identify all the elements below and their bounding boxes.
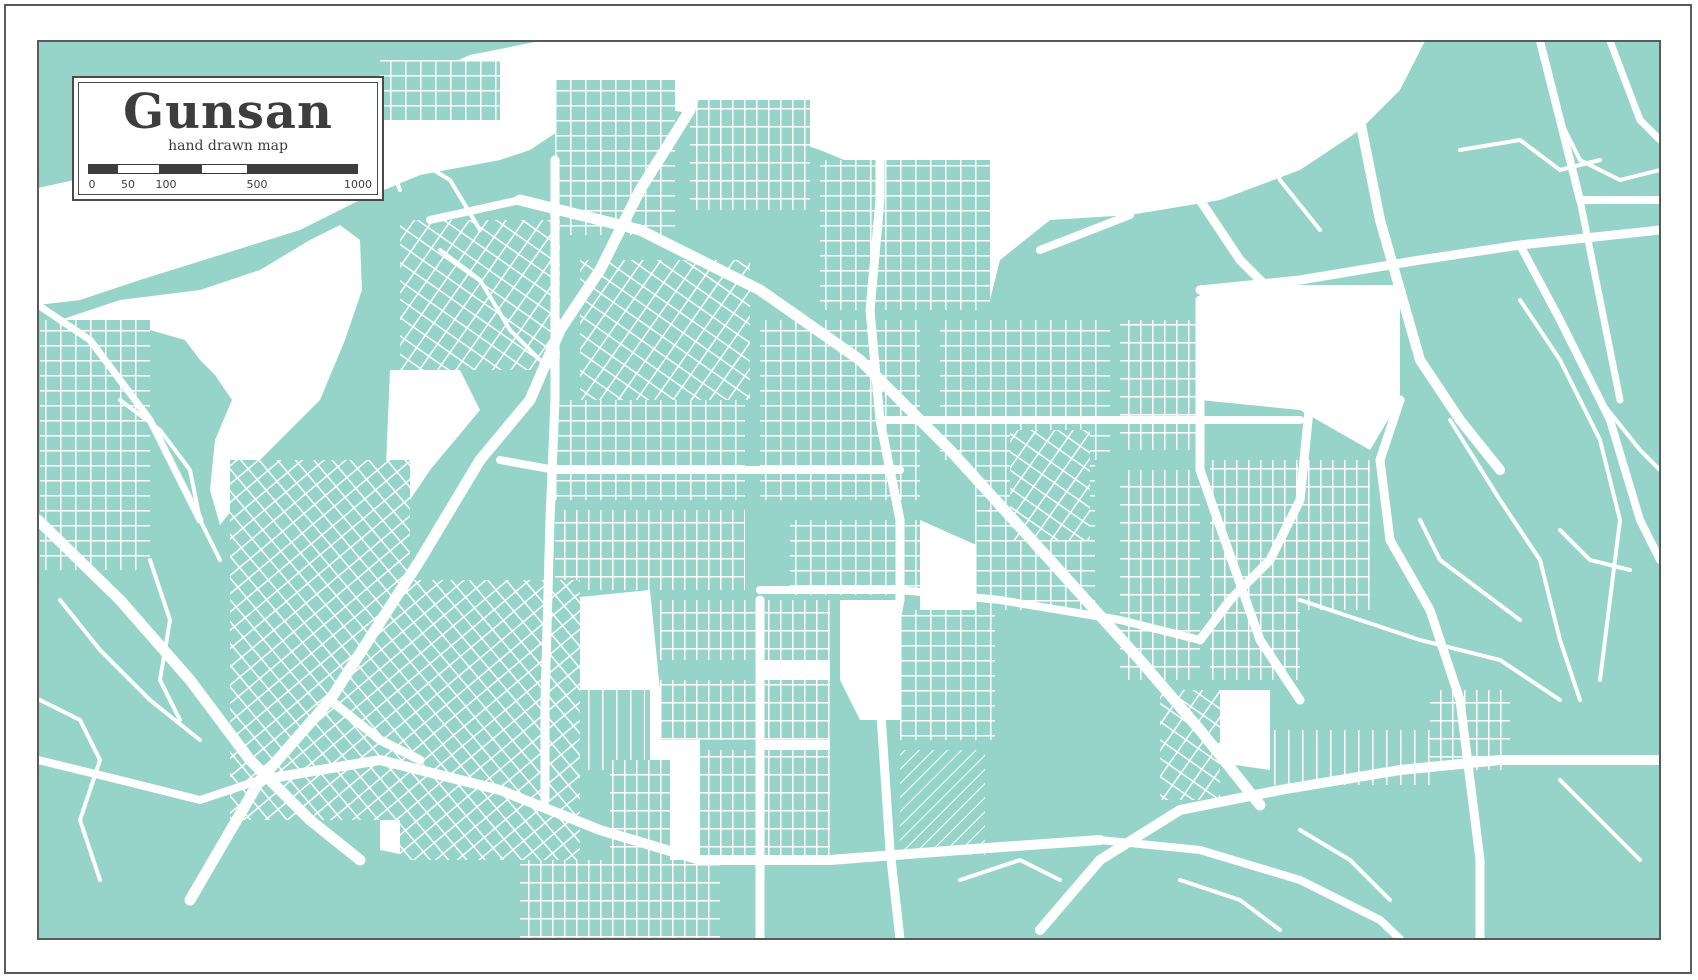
scale-label-0: 0 bbox=[88, 178, 96, 191]
title-card: Gunsan hand drawn map 0 50 100 500 1000 bbox=[72, 76, 384, 201]
scale-bar bbox=[88, 164, 358, 174]
map-subtitle: hand drawn map bbox=[168, 138, 288, 154]
map-title: Gunsan bbox=[123, 84, 333, 140]
scale-label-500: 500 bbox=[246, 178, 268, 191]
scale-label-50: 50 bbox=[121, 178, 135, 191]
scale-label-100: 100 bbox=[155, 178, 177, 191]
scale-label-1000: 1000 bbox=[344, 178, 372, 191]
